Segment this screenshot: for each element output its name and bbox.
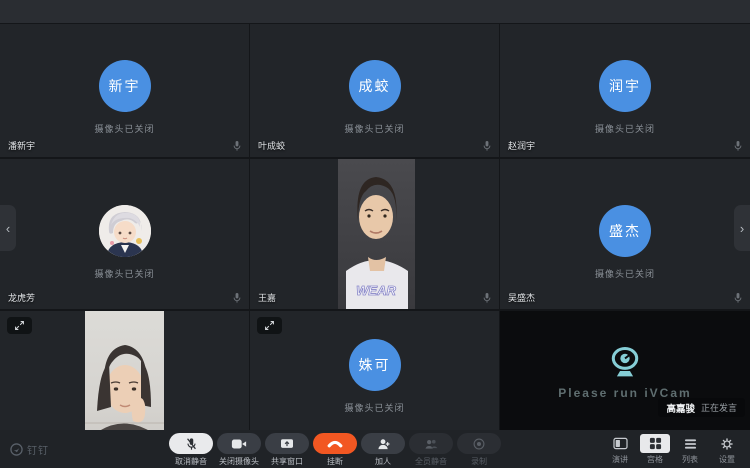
list-view-label: 列表 [682, 454, 698, 465]
hangup-icon [327, 439, 343, 449]
speaking-toast-status: 正在发言 [701, 401, 737, 414]
speaker-view-button[interactable]: 演讲 [604, 434, 636, 465]
mic-icon [232, 292, 242, 304]
share-screen-icon [280, 438, 294, 450]
mute-all-label: 全员静音 [415, 456, 447, 467]
mic-muted-icon [185, 437, 198, 451]
camera-off-caption: 摄像头已关闭 [94, 122, 154, 135]
mute-all-button[interactable]: 全员静音 [408, 433, 454, 467]
mic-icon [482, 140, 492, 152]
camera-off-caption: 摄像头已关闭 [344, 122, 404, 135]
video-tile-pan-xinyu[interactable]: 新宇 摄像头已关闭 潘新宇 [0, 24, 249, 157]
toolbar-button-group: 取消静音 关闭摄像头 共享窗口 [168, 433, 502, 467]
avatar: 成蛟 [349, 60, 401, 112]
camera-off-caption: 摄像头已关闭 [595, 267, 655, 280]
grid-view-button[interactable]: 宫格 [639, 434, 671, 465]
chevron-right-icon: › [740, 221, 744, 236]
video-tile-wu-shengjie[interactable]: 盛杰 摄像头已关闭 吴盛杰 [500, 159, 750, 309]
camera-off-caption: 摄像头已关闭 [94, 267, 154, 280]
previous-page-button[interactable]: ‹ [0, 205, 16, 251]
avatar-image [99, 205, 151, 257]
dingtalk-logo-icon [10, 443, 23, 456]
expand-icon [14, 320, 25, 331]
grid-view-label: 宫格 [647, 454, 663, 465]
record-label: 录制 [471, 456, 487, 467]
record-button[interactable]: 录制 [456, 433, 502, 467]
meeting-toolbar: 钉钉 取消静音 关闭摄像头 [0, 430, 750, 468]
list-view-icon [684, 438, 697, 450]
gear-icon [721, 438, 733, 450]
brand-name: 钉钉 [27, 442, 49, 457]
avatar: 姝可 [349, 339, 401, 391]
unmute-label: 取消静音 [175, 456, 207, 467]
expand-tile-button[interactable] [257, 317, 282, 334]
speaker-view-label: 演讲 [612, 454, 628, 465]
unmute-button[interactable]: 取消静音 [168, 433, 214, 467]
mute-all-icon [424, 438, 438, 450]
add-person-label: 加人 [375, 456, 391, 467]
camera-off-label: 关闭摄像头 [219, 456, 259, 467]
layout-switcher: 演讲 宫格 列表 [604, 434, 706, 465]
add-person-icon [377, 438, 390, 450]
share-screen-label: 共享窗口 [271, 456, 303, 467]
camera-off-button[interactable]: 关闭摄像头 [216, 433, 262, 467]
settings-button[interactable]: 设置 [710, 434, 744, 465]
participant-name: 王嘉 [258, 291, 276, 304]
participant-name: 龙虎芳 [8, 291, 35, 304]
chevron-left-icon: ‹ [6, 221, 10, 236]
speaker-view-icon [613, 437, 628, 450]
video-tile-wang-jia[interactable]: WEAR 王嘉 [250, 159, 499, 309]
hangup-label: 挂断 [327, 456, 343, 467]
avatar: 盛杰 [599, 205, 651, 257]
record-icon [473, 438, 485, 450]
video-tile-long-hufang[interactable]: 摄像头已关闭 龙虎芳 [0, 159, 249, 309]
grid-view-icon [649, 437, 662, 450]
avatar: 润宇 [599, 60, 651, 112]
camera-off-caption: 摄像头已关闭 [595, 122, 655, 135]
mic-icon [733, 292, 743, 304]
camera-icon [231, 438, 247, 450]
window-titlebar [0, 0, 750, 23]
add-person-button[interactable]: 加人 [360, 433, 406, 467]
share-screen-button[interactable]: 共享窗口 [264, 433, 310, 467]
settings-label: 设置 [719, 454, 735, 465]
mic-icon [733, 140, 743, 152]
participant-name: 叶成蛟 [258, 139, 285, 152]
shirt-text: WEAR [356, 283, 396, 298]
participant-video: WEAR [338, 159, 415, 309]
expand-icon [264, 320, 275, 331]
camera-off-caption: 摄像头已关闭 [344, 401, 404, 414]
participant-name: 潘新宇 [8, 139, 35, 152]
video-tile-zhao-runyu[interactable]: 润宇 摄像头已关闭 赵润宇 [500, 24, 750, 157]
speaking-toast-name: 高嘉骏 [666, 401, 695, 415]
brand-logo: 钉钉 [10, 442, 49, 457]
speaking-toast: 高嘉骏 正在发言 [658, 398, 745, 417]
webcam-icon [607, 345, 643, 379]
hangup-button[interactable]: 挂断 [312, 433, 358, 467]
participant-name: 吴盛杰 [508, 291, 535, 304]
video-tile-ye-chengjiao[interactable]: 成蛟 摄像头已关闭 叶成蛟 [250, 24, 499, 157]
list-view-button[interactable]: 列表 [674, 434, 706, 465]
next-page-button[interactable]: › [734, 205, 750, 251]
participant-name: 赵润宇 [508, 139, 535, 152]
expand-tile-button[interactable] [7, 317, 32, 334]
mic-icon [232, 140, 242, 152]
avatar: 新宇 [99, 60, 151, 112]
mic-icon [482, 292, 492, 304]
